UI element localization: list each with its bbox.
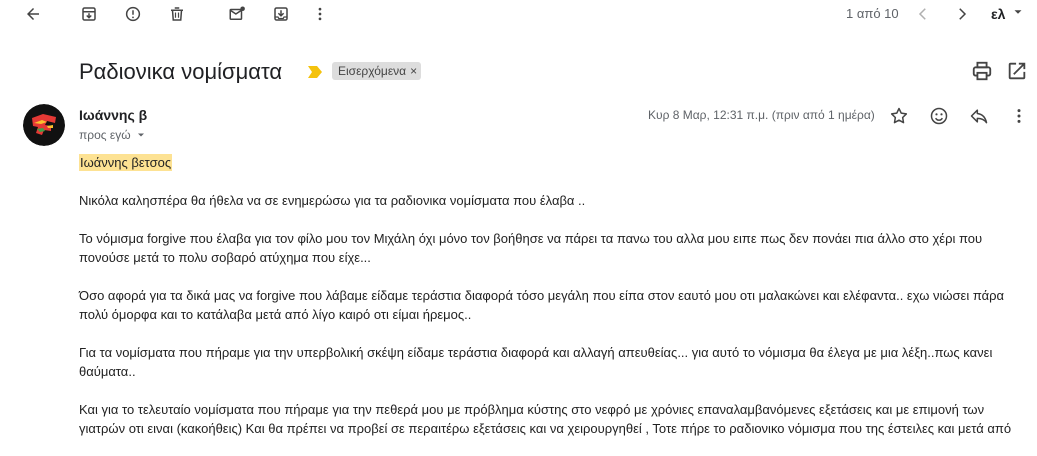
pager-count: 1 από 10: [846, 6, 899, 21]
recipient-details-caret-icon[interactable]: [135, 129, 147, 141]
recipients-toggle[interactable]: προς εγώ: [79, 128, 147, 142]
more-vert-icon[interactable]: [307, 1, 333, 27]
report-spam-icon[interactable]: [120, 1, 146, 27]
sender-avatar[interactable]: [23, 104, 65, 146]
star-icon[interactable]: [887, 104, 911, 128]
subject-row: Ραδιονικα νομίσματα Εισερχόμενα ×: [0, 55, 1037, 89]
body-paragraph: Για τα νομίσματα που πήραμε για την υπερ…: [79, 345, 993, 379]
recipient-text: προς εγώ: [79, 128, 131, 142]
message-date: Κυρ 8 Μαρ, 12:31 π.μ. (πριν από 1 ημέρα): [648, 108, 875, 122]
mark-unread-icon[interactable]: [224, 1, 250, 27]
language-caret-icon[interactable]: [1011, 5, 1025, 24]
body-paragraph: Όσο αφορά για τα δικά μας να forgive που…: [79, 288, 1005, 322]
sender-name[interactable]: Ιωάννης β: [79, 107, 147, 123]
input-language[interactable]: ελ: [991, 6, 1005, 22]
emoji-reaction-icon[interactable]: [927, 104, 951, 128]
importance-marker-icon[interactable]: [308, 65, 322, 83]
body-paragraph: Και για το τελευταίο νομίσματα που πήραμ…: [79, 402, 1012, 436]
trash-icon[interactable]: [164, 1, 190, 27]
highlighted-signature: Ιωάννης βετσος: [79, 154, 173, 171]
message-body: Ιωάννης βετσος Νικόλα καλησπέρα θα ήθελα…: [79, 153, 1029, 438]
label-chip-inbox: Εισερχόμενα ×: [332, 62, 422, 80]
archive-icon[interactable]: [76, 1, 102, 27]
reply-icon[interactable]: [967, 104, 991, 128]
email-subject: Ραδιονικα νομίσματα: [79, 59, 283, 84]
toolbar: 1 από 10 ελ: [0, 0, 1037, 28]
print-icon[interactable]: [971, 60, 993, 87]
remove-label-button[interactable]: ×: [410, 64, 417, 78]
label-chip-text: Εισερχόμενα: [338, 64, 407, 78]
body-paragraph: Το νόμισμα forgive που έλαβα για τον φίλ…: [79, 231, 983, 265]
message-more-vert-icon[interactable]: [1007, 104, 1031, 128]
back-arrow-icon[interactable]: [20, 1, 46, 27]
body-paragraph: Νικόλα καλησπέρα θα ήθελα να σε ενημερώσ…: [79, 193, 586, 208]
open-in-new-window-icon[interactable]: [1006, 60, 1028, 87]
move-to-icon[interactable]: [268, 1, 294, 27]
newer-chevron-left-icon[interactable]: [910, 1, 936, 27]
older-chevron-right-icon[interactable]: [949, 1, 975, 27]
